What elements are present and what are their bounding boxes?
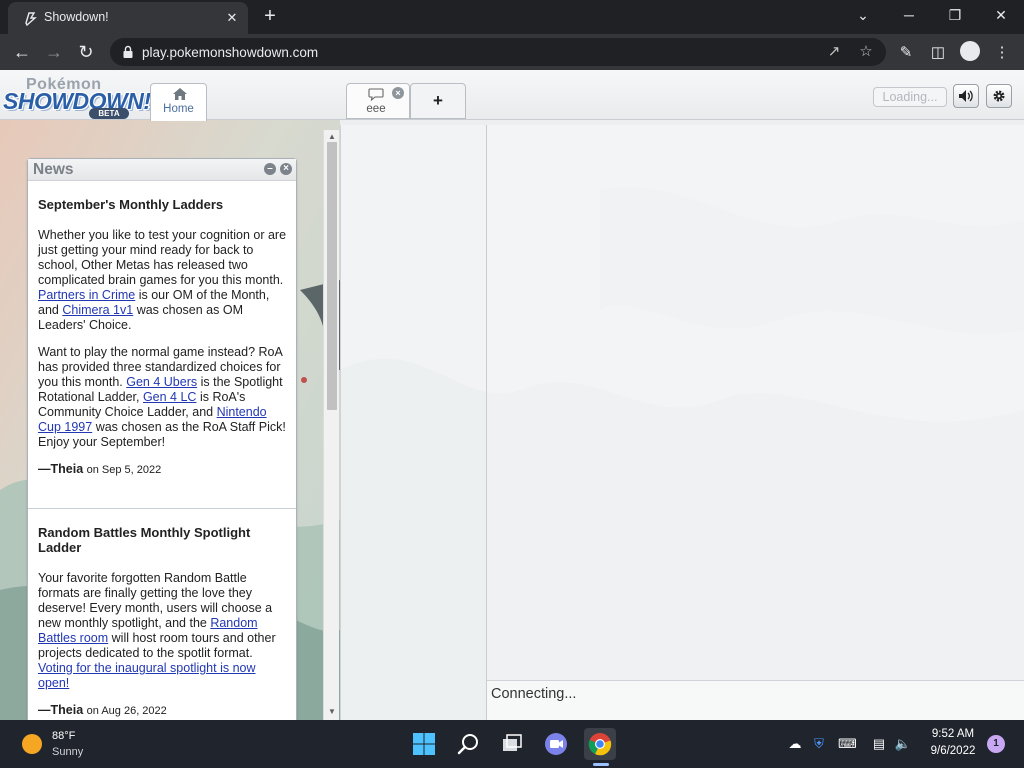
task-view-icon[interactable] xyxy=(496,728,528,760)
post-title: Random Battles Monthly Spotlight Ladder xyxy=(38,525,251,555)
tab-home[interactable]: Home xyxy=(150,83,207,121)
post-date: on Aug 26, 2022 xyxy=(86,705,167,717)
restore-button[interactable]: ❐ xyxy=(932,0,978,30)
sun-icon[interactable] xyxy=(22,734,42,754)
link-gen4-lc[interactable]: Gen 4 LC xyxy=(143,390,197,404)
windows-start-icon[interactable] xyxy=(408,728,440,760)
share-icon[interactable]: ↗ xyxy=(824,42,844,62)
news-header: News – × xyxy=(28,159,296,181)
weather-description[interactable]: Sunny xyxy=(52,746,83,758)
link-chimera-1v1[interactable]: Chimera 1v1 xyxy=(62,303,133,317)
add-tab-button[interactable]: + xyxy=(410,83,466,119)
home-icon xyxy=(173,88,187,100)
tab-search-chevron-icon[interactable]: ⌄ xyxy=(840,0,886,30)
settings-button[interactable] xyxy=(986,84,1012,108)
showdown-header: Pokémon SHOWDOWN! BETA Home eee × + Load… xyxy=(0,70,1024,121)
notification-badge[interactable]: 1 xyxy=(987,735,1005,753)
tab-room-close-icon[interactable]: × xyxy=(392,87,404,99)
bookmark-star-icon[interactable]: ☆ xyxy=(856,42,876,62)
showdown-logo[interactable]: Pokémon SHOWDOWN! BETA xyxy=(2,74,151,119)
link-voting-spotlight[interactable]: Voting for the inaugural spotlight is no… xyxy=(38,661,256,690)
back-arrow-icon[interactable]: ← xyxy=(10,40,34,64)
profile-avatar-icon[interactable] xyxy=(960,41,980,61)
logo-beta-badge: BETA xyxy=(89,108,129,119)
post-paragraph: Want to play the normal game instead? Ro… xyxy=(38,345,286,449)
network-icon[interactable]: ▤ xyxy=(870,736,888,752)
volume-icon xyxy=(959,90,973,102)
post-author: —Theia xyxy=(38,703,84,717)
browser-titlebar: Showdown! ✕ + ⌄ ─ ❐ ✕ xyxy=(0,0,1024,34)
post-signature: —Theia on Sep 5, 2022 xyxy=(38,462,288,478)
security-shield-icon[interactable]: ⛨ xyxy=(810,736,828,752)
active-app-indicator xyxy=(593,763,609,766)
loading-button[interactable]: Loading... xyxy=(873,87,947,107)
more-menu-icon[interactable]: ⋮ xyxy=(991,42,1013,64)
post-signature: —Theia on Aug 26, 2022 xyxy=(38,703,288,719)
speaker-icon[interactable]: 🔈 xyxy=(894,736,912,752)
tab-home-label: Home xyxy=(163,103,194,115)
news-title: News xyxy=(33,161,74,178)
extensions-icon[interactable]: ✎ xyxy=(895,42,917,64)
teams-chat-icon[interactable] xyxy=(540,728,572,760)
tab-room-eee[interactable]: eee × xyxy=(346,83,410,119)
side-panel-icon[interactable]: ◫ xyxy=(927,42,949,64)
new-tab-button[interactable]: + xyxy=(258,5,282,29)
post-paragraph: Whether you like to test your cognition … xyxy=(38,228,287,332)
chat-bubble-icon xyxy=(368,88,384,102)
weather-temperature[interactable]: 88°F xyxy=(52,730,75,742)
tab-room-label: eee xyxy=(366,103,386,115)
scroll-up-icon[interactable]: ▲ xyxy=(328,133,336,141)
scroll-thumb[interactable] xyxy=(327,142,337,410)
news-panel: News – × September's Monthly Ladders Whe… xyxy=(27,158,297,720)
post-author: —Theia xyxy=(38,462,84,476)
browser-tab-showdown[interactable]: Showdown! ✕ xyxy=(8,2,248,34)
chat-status-bar: Connecting... xyxy=(487,680,1024,720)
news-minimize-icon[interactable]: – xyxy=(264,163,276,175)
connecting-status: Connecting... xyxy=(491,686,577,702)
url-text[interactable]: play.pokemonshowdown.com xyxy=(142,45,318,60)
chrome-app-icon[interactable] xyxy=(584,728,616,760)
post-paragraph: Your favorite forgotten Random Battle fo… xyxy=(38,571,276,690)
search-icon[interactable] xyxy=(452,728,484,760)
home-scrollbar[interactable]: ▲ ▼ xyxy=(323,130,339,720)
tab-title: Showdown! xyxy=(44,10,109,24)
news-post-september: September's Monthly Ladders Whether you … xyxy=(38,197,288,490)
address-bar[interactable]: play.pokemonshowdown.com ↗ ☆ xyxy=(110,38,886,66)
post-date: on Sep 5, 2022 xyxy=(86,464,162,476)
windows-taskbar: 88°F Sunny ☁ ⛨ ⌨ ▤ 🔈 9:52 AM 9/6/2022 1 xyxy=(0,720,1024,768)
link-partners-in-crime[interactable]: Partners in Crime xyxy=(38,288,135,302)
reload-icon[interactable]: ↻ xyxy=(74,40,98,64)
showdown-favicon-icon xyxy=(25,12,37,26)
post-title: September's Monthly Ladders xyxy=(38,197,224,212)
forward-arrow-icon[interactable]: → xyxy=(42,40,66,64)
news-post-random-battles: Random Battles Monthly Spotlight Ladder … xyxy=(38,525,288,720)
news-close-icon[interactable]: × xyxy=(280,163,292,175)
minimize-button[interactable]: ─ xyxy=(886,0,932,30)
volume-button[interactable] xyxy=(953,84,979,108)
scroll-down-icon[interactable]: ▼ xyxy=(328,708,336,716)
clock-time[interactable]: 9:52 AM xyxy=(928,728,978,740)
post-divider xyxy=(28,508,296,509)
showdown-page: Pokémon SHOWDOWN! BETA Home eee × + Load… xyxy=(0,70,1024,720)
clock-date[interactable]: 9/6/2022 xyxy=(924,745,982,757)
room-chat-panel xyxy=(486,125,1024,720)
link-gen4-ubers[interactable]: Gen 4 Ubers xyxy=(126,375,197,389)
gear-icon xyxy=(993,90,1005,102)
keyboard-icon[interactable]: ⌨ xyxy=(838,736,857,752)
room-userlist-panel xyxy=(340,125,486,720)
lock-icon xyxy=(123,45,133,58)
tab-close-icon[interactable]: ✕ xyxy=(222,8,242,28)
browser-toolbar: ← → ↻ play.pokemonshowdown.com ↗ ☆ ✎ ◫ ⋮ xyxy=(0,34,1024,70)
cloud-offline-icon[interactable]: ☁ xyxy=(786,736,804,752)
close-window-button[interactable]: ✕ xyxy=(978,0,1024,30)
